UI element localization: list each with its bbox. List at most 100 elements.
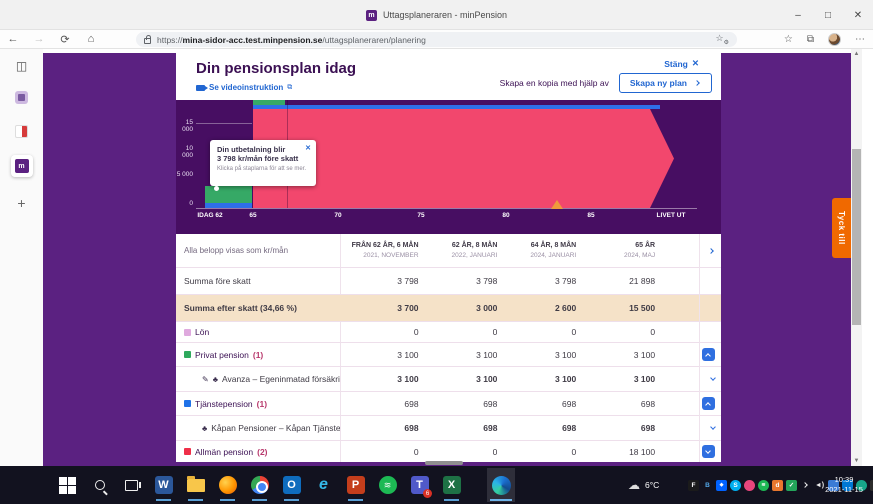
video-instruction-link[interactable]: Se videoinstruktion ⧉ bbox=[196, 83, 292, 92]
y-tick: 5 000 bbox=[176, 171, 193, 178]
create-new-plan-button[interactable]: Skapa ny plan bbox=[619, 73, 712, 93]
expand-kapan-icon[interactable] bbox=[710, 424, 716, 430]
table-scroll-right-icon[interactable] bbox=[708, 248, 714, 254]
page-title: Din pensionsplan idag bbox=[196, 60, 356, 77]
x-tick: 85 bbox=[587, 212, 594, 219]
minimize-button[interactable]: – bbox=[783, 0, 813, 30]
copy-hint-text: Skapa en kopia med hjälp av bbox=[500, 78, 609, 88]
window-title-group: m Uttagsplaneraren - minPension bbox=[0, 0, 873, 30]
payout-table: Alla belopp visas som kr/mån FRÅN 62 ÅR,… bbox=[176, 234, 721, 462]
collapse-privat-pension-button[interactable] bbox=[702, 348, 715, 361]
menu-dots-icon[interactable]: ⋯ bbox=[855, 34, 865, 45]
taskbar-word-icon[interactable]: W bbox=[153, 468, 174, 502]
taskbar-teams-icon[interactable]: T6 bbox=[409, 468, 430, 502]
url-domain: mina-sidor-acc.test.minpension.se bbox=[183, 35, 323, 45]
table-row-allman-pension[interactable]: Allmän pension (2) 0 0 0 18 100 bbox=[176, 441, 721, 462]
tray-f-secure-icon[interactable]: F bbox=[688, 480, 699, 491]
tray-spotify-icon[interactable]: ≋ bbox=[758, 480, 769, 491]
clock-time: 10:39 bbox=[835, 475, 854, 485]
favorites-icon[interactable]: ☆ bbox=[784, 34, 793, 45]
address-bar[interactable]: https://mina-sidor-acc.test.minpension.s… bbox=[136, 32, 737, 47]
column-header: 65 ÅR 2024, MAJ bbox=[576, 241, 655, 261]
back-icon[interactable]: ← bbox=[0, 33, 26, 45]
taskbar-excel-icon[interactable]: X bbox=[441, 468, 462, 502]
clock-date: 2021-11-15 bbox=[825, 485, 863, 495]
profile-avatar[interactable] bbox=[828, 33, 841, 46]
tooltip-anchor-dot bbox=[214, 186, 219, 191]
expand-avanza-icon[interactable] bbox=[710, 375, 716, 381]
table-row-tjanstepension[interactable]: Tjänstepension (1) 698 698 698 698 bbox=[176, 392, 721, 416]
taskbar-weather[interactable]: ☁ 6°C bbox=[628, 466, 659, 504]
collections-icon[interactable]: ⧉ bbox=[807, 34, 814, 45]
taskbar-firefox-icon[interactable] bbox=[217, 468, 238, 502]
table-header-row: Alla belopp visas som kr/mån FRÅN 62 ÅR,… bbox=[176, 234, 721, 268]
horizontal-scrollbar-thumb[interactable] bbox=[425, 461, 463, 465]
tooltip-close-icon[interactable]: ✕ bbox=[305, 144, 311, 152]
search-icon[interactable] bbox=[89, 468, 110, 502]
table-row-summa-fore-skatt: Summa före skatt 3 798 3 798 3 798 21 89… bbox=[176, 268, 721, 295]
close-x-icon: ✕ bbox=[692, 58, 699, 69]
sidebar-minpension-active-icon[interactable]: m bbox=[0, 155, 43, 177]
scroll-down-icon[interactable]: ▼ bbox=[851, 458, 862, 464]
external-link-icon: ⧉ bbox=[287, 84, 292, 92]
table-row-summa-efter-skatt: Summa efter skatt (34,66 %) 3 700 3 000 … bbox=[176, 295, 721, 322]
home-icon[interactable]: ⌂ bbox=[78, 33, 104, 45]
close-plan-link[interactable]: Stäng ✕ bbox=[664, 58, 699, 69]
tray-pink-app-icon[interactable] bbox=[744, 480, 755, 491]
start-button[interactable] bbox=[57, 468, 78, 502]
collapse-tjanstepension-button[interactable] bbox=[702, 397, 715, 410]
tray-skype-icon[interactable]: S bbox=[730, 480, 741, 491]
tray-dropbox-icon[interactable]: ◆ bbox=[716, 480, 727, 491]
gridline-15000 bbox=[196, 123, 252, 124]
x-tick: IDAG 62 bbox=[197, 212, 222, 219]
privat-pension-bar-before-65[interactable] bbox=[205, 186, 252, 203]
video-icon bbox=[196, 85, 205, 91]
tjanstepension-area-after-65[interactable] bbox=[253, 105, 660, 109]
taskbar-spotify-icon[interactable]: ≋ bbox=[377, 468, 398, 502]
right-gap bbox=[862, 49, 873, 466]
taskbar-chrome-icon[interactable] bbox=[249, 468, 270, 502]
edit-icon[interactable]: ✎ bbox=[202, 375, 209, 384]
table-row-privat-pension[interactable]: Privat pension (1) 3 100 3 100 3 100 3 1… bbox=[176, 343, 721, 367]
scroll-up-icon[interactable]: ▲ bbox=[851, 51, 862, 57]
table-row-avanza[interactable]: ✎ ♣ Avanza – Egeninmatad försäkring: I..… bbox=[176, 367, 721, 392]
forward-icon[interactable]: → bbox=[26, 33, 52, 45]
taskbar-outlook-icon[interactable]: O bbox=[281, 468, 302, 502]
taskbar-internet-explorer-icon[interactable]: e bbox=[313, 468, 334, 502]
sidebar-app-red-icon[interactable] bbox=[0, 125, 43, 138]
expand-allman-pension-button[interactable] bbox=[702, 445, 715, 458]
x-axis-line bbox=[196, 208, 697, 209]
taskbar-edge-icon-active[interactable] bbox=[487, 468, 515, 502]
x-tick: LIVET UT bbox=[657, 212, 686, 219]
table-row-lon[interactable]: Lön 0 0 0 0 bbox=[176, 322, 721, 343]
feedback-button[interactable]: Tyck till bbox=[832, 198, 851, 258]
sidebar-add-icon[interactable]: + bbox=[0, 195, 43, 211]
sidebar-app-purple-icon[interactable] bbox=[0, 91, 43, 104]
y-tick: 0 bbox=[176, 200, 193, 207]
sidebar-panel-icon[interactable]: ◫ bbox=[0, 59, 43, 73]
tray-bluetooth-icon[interactable]: B bbox=[702, 480, 713, 491]
taskbar-file-explorer-icon[interactable] bbox=[185, 468, 206, 502]
pension-chart: 15 000 10 000 5 000 0 IDAG 62 65 70 75 8… bbox=[176, 100, 721, 234]
vertical-scrollbar[interactable]: ▲ ▼ bbox=[851, 49, 862, 466]
task-view-icon[interactable] bbox=[121, 468, 142, 502]
lock-icon bbox=[144, 38, 151, 44]
refresh-icon[interactable]: ⟳ bbox=[52, 33, 78, 46]
taskbar-powerpoint-icon[interactable]: P bbox=[345, 468, 366, 502]
privat-pension-swatch-icon bbox=[184, 351, 191, 358]
maximize-button[interactable]: □ bbox=[813, 0, 843, 30]
pension-plan-panel: Din pensionsplan idag Se videoinstruktio… bbox=[176, 53, 721, 462]
y-tick: 15 000 bbox=[176, 119, 193, 133]
taskbar-clock[interactable]: 10:39 2021-11-15 bbox=[818, 466, 870, 504]
tray-document-app-icon[interactable]: d bbox=[772, 480, 783, 491]
tray-shield-check-icon[interactable]: ✓ bbox=[786, 480, 797, 491]
tray-pointer-icon[interactable] bbox=[800, 480, 811, 491]
bookmark-star-icon[interactable]: ☆⚙ bbox=[716, 33, 729, 46]
table-row-kapan[interactable]: ♣ Kåpan Pensioner – Kåpan Tjänste PA-...… bbox=[176, 416, 721, 441]
edge-sidebar: ◫ m + bbox=[0, 49, 43, 466]
allman-pension-area[interactable] bbox=[253, 109, 674, 208]
scrollbar-thumb[interactable] bbox=[852, 149, 861, 325]
close-button[interactable]: ✕ bbox=[843, 0, 873, 30]
allman-pension-swatch-icon bbox=[184, 448, 191, 455]
weather-temp: 6°C bbox=[645, 480, 659, 490]
